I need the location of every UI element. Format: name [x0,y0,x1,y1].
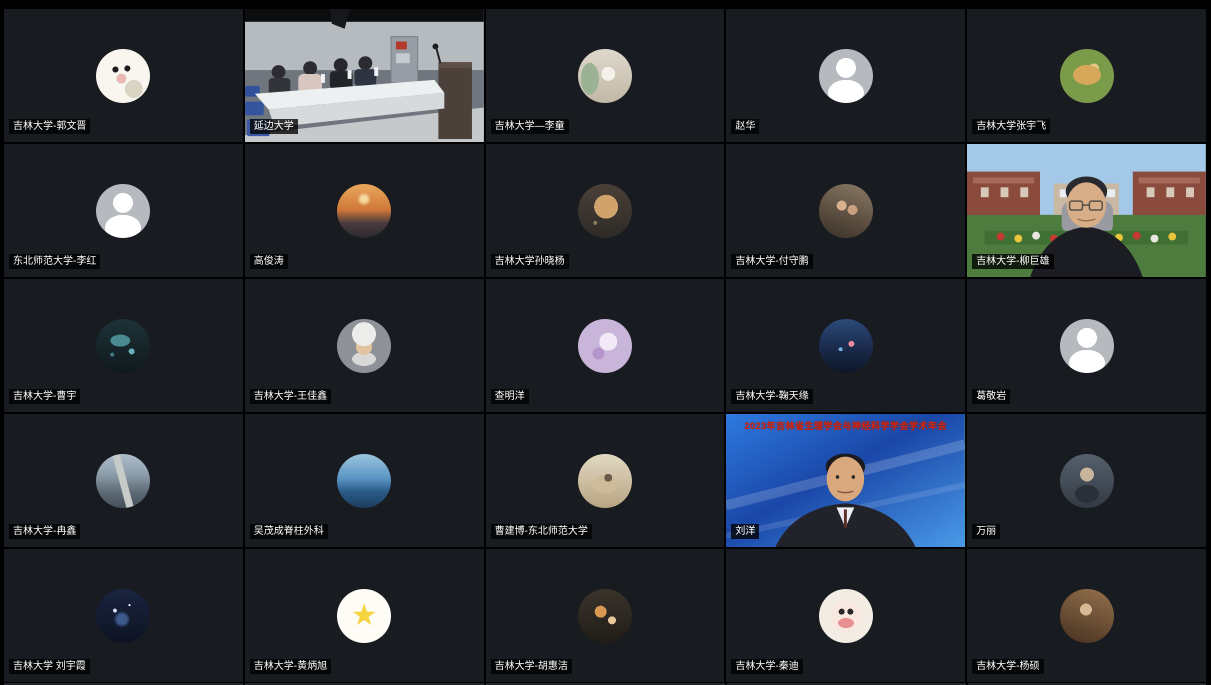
participant-tile[interactable]: 吉林大学-曹宇 [4,279,243,412]
participant-tile[interactable]: 吉 吉林大学-柳巨雄 [967,144,1206,277]
participant-name-label: 吉林大学张宇飞 [972,119,1050,134]
participant-name-label: 东北师范大学-李红 [9,254,100,269]
avatar-shiba-dog [578,589,632,643]
participant-tile[interactable]: 延边大学 [245,9,484,142]
avatar-lake-photo [337,454,391,508]
participant-name-label: 吉林大学-杨硕 [972,659,1043,674]
participant-name-label: 吉林大学-胡惠洁 [491,659,572,674]
avatar-sunset-city [337,184,391,238]
participant-tile[interactable]: 葛敬岩 [967,279,1206,412]
participant-name-label: 吉林大学-鞠天缘 [731,389,812,404]
participant-name-label: 刘洋 [731,524,759,539]
participant-name-label: 赵华 [731,119,759,134]
participant-tile[interactable]: 东北师范大学-李红 [4,144,243,277]
participant-tile[interactable]: 吉林大学-冉鑫 [4,414,243,547]
participant-name-label: 吉林大学-黄炳旭 [250,659,331,674]
participant-tile[interactable]: 赵华 [726,9,965,142]
participant-tile[interactable]: 吉林大学孙晓杨 [486,144,725,277]
avatar-default-silhouette [96,184,150,238]
participant-tile[interactable]: ★ 吉林大学-黄炳旭 [245,549,484,682]
participant-tile[interactable]: 吉林大学-付守鹏 [726,144,965,277]
participant-name-label: 曹建博-东北师范大学 [491,524,592,539]
participant-name-label: 吉林大学-王佳鑫 [250,389,331,404]
participant-tile[interactable]: 吉林大学-秦迪 [726,549,965,682]
avatar-beige-animal [578,454,632,508]
participant-tile[interactable]: 吉林大学 刘宇霞 [4,549,243,682]
participant-name-label: 吉林大学-付守鹏 [731,254,812,269]
participant-tile[interactable]: 吉林大学张宇飞 [967,9,1206,142]
avatar-photo-person [1060,454,1114,508]
avatar-cartoon-grandpa [337,319,391,373]
participant-name-label: 查明洋 [491,389,529,404]
avatar-cow-doodle [96,49,150,103]
participant-tile[interactable]: 吴茂成脊柱外科 [245,414,484,547]
avatar-warm-photo [1060,589,1114,643]
avatar-night-city [819,319,873,373]
participant-tile[interactable]: 高俊涛 [245,144,484,277]
participant-name-label: 延边大学 [250,119,298,134]
video-grid: 吉林大学-郭文晋 延边大学 吉林大学—李童 赵华 [4,9,1206,682]
participant-tile[interactable]: 吉林大学-郭文晋 [4,9,243,142]
participant-tile[interactable]: 吉林大学-杨硕 [967,549,1206,682]
participant-tile[interactable]: 吉林大学—李童 [486,9,725,142]
participant-tile[interactable]: 吉林大学-鞠天缘 [726,279,965,412]
avatar-photo-room [578,49,632,103]
meeting-window: 吉林大学-郭文晋 延边大学 吉林大学—李童 赵华 [0,0,1211,685]
participant-name-label: 高俊涛 [250,254,288,269]
participant-tile[interactable]: 吉林大学-王佳鑫 [245,279,484,412]
participant-name-label: 吉林大学 刘宇霞 [9,659,90,674]
blue-speaker-video-feed: 2023年吉林省生理学会与神经科学学会学术年会 [726,414,965,547]
participant-tile[interactable]: 吉林大学-胡惠洁 [486,549,725,682]
participant-name-label: 吴茂成脊柱外科 [250,524,328,539]
avatar-galaxy [96,589,150,643]
meeting-banner-text: 2023年吉林省生理学会与神经科学学会学术年会 [726,419,965,432]
participant-name-label: 万丽 [972,524,1000,539]
participant-name-label: 吉林大学孙晓杨 [491,254,569,269]
avatar-photo-people [819,184,873,238]
avatar-planet [578,184,632,238]
blue-speaker-video: 2023年吉林省生理学会与神经科学学会学术年会 [726,414,965,547]
avatar-corgi-grass [1060,49,1114,103]
avatar-anime-purple [578,319,632,373]
participant-name-label: 吉林大学-曹宇 [9,389,80,404]
avatar-koi-pond [96,319,150,373]
avatar-default-silhouette [1060,319,1114,373]
avatar-shinchan-doodle [819,589,873,643]
avatar-default-silhouette [819,49,873,103]
participant-name-label: 葛敬岩 [972,389,1010,404]
avatar-road-photo [96,454,150,508]
participant-tile[interactable]: 万丽 [967,414,1206,547]
participant-name-label: 吉林大学-冉鑫 [9,524,80,539]
participant-tile[interactable]: 查明洋 [486,279,725,412]
avatar-star-white: ★ [337,589,391,643]
participant-name-label: 吉林大学-郭文晋 [9,119,90,134]
participant-name-label: 吉林大学—李童 [491,119,569,134]
participant-tile[interactable]: 2023年吉林省生理学会与神经科学学会学术年会 刘洋 [726,414,965,547]
star-icon: ★ [351,601,378,631]
participant-name-label: 吉林大学-柳巨雄 [972,254,1053,269]
participant-name-label: 吉林大学-秦迪 [731,659,802,674]
participant-tile[interactable]: 曹建博-东北师范大学 [486,414,725,547]
